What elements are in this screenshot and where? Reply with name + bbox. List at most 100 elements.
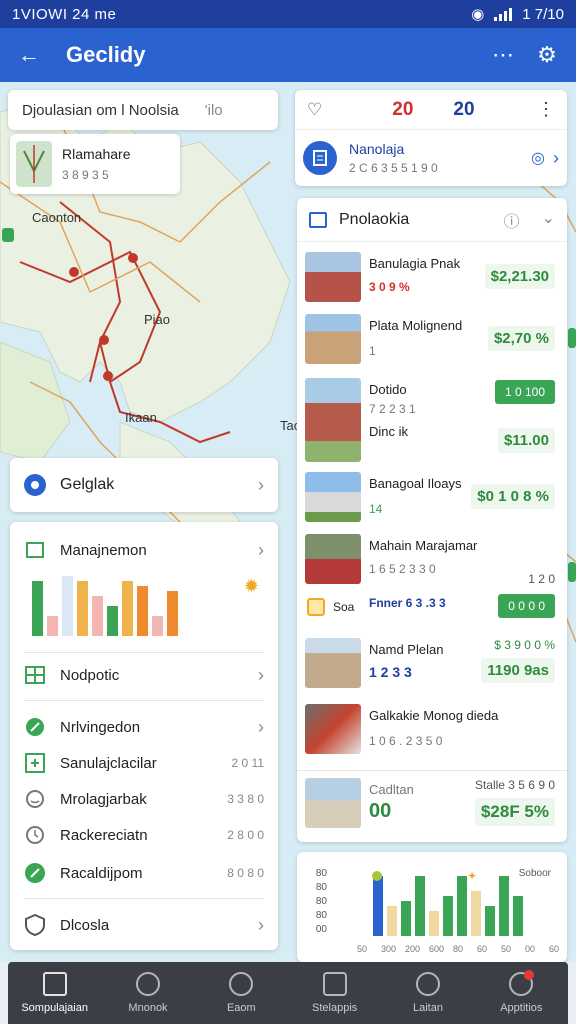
mini-bar bbox=[77, 581, 88, 636]
property-image bbox=[305, 704, 361, 754]
nav-label: Sompulajaian bbox=[21, 1002, 88, 1014]
list-item[interactable]: Dotido 7 2 2 3 1 Dinc ik 1 0 100 $11.00 bbox=[305, 378, 559, 462]
list-icon bbox=[309, 211, 327, 228]
x-tick-label: 60 bbox=[477, 944, 487, 954]
location-picker[interactable]: Gelglak › bbox=[10, 458, 278, 512]
item-count: 20 bbox=[453, 98, 475, 120]
menu-item[interactable]: Nrlvingedon › bbox=[10, 712, 278, 742]
menu-item-value: 2 0 11 bbox=[231, 756, 264, 770]
list-item-sub: 1 bbox=[369, 344, 376, 358]
nav-profile[interactable]: Laitan bbox=[381, 962, 474, 1024]
bar bbox=[415, 876, 425, 936]
list-header[interactable]: Pnolaokia ⓘ ⌄ bbox=[297, 198, 567, 242]
summary-card: ♡ 20 20 ⋮ Nanolaja 2 C 6 3 5 5 1 9 0 ◎ › bbox=[295, 90, 567, 186]
property-image bbox=[305, 472, 361, 522]
more-horiz-icon[interactable]: ⋯ bbox=[488, 40, 518, 70]
more-icon[interactable]: ⋮ bbox=[537, 99, 555, 120]
list-item[interactable]: Mahain Marajamar 1 6 5 2 3 3 0 1 2 0 Soa… bbox=[305, 534, 559, 624]
list-item-price-alt: $ 3 9 0 0 % bbox=[494, 638, 555, 652]
mini-bar bbox=[137, 586, 148, 636]
settings-icon[interactable]: ⚙ bbox=[532, 40, 562, 70]
location-picker-label: Gelglak bbox=[60, 476, 115, 493]
summary-row[interactable]: Nanolaja 2 C 6 3 5 5 1 9 0 ◎ › bbox=[295, 130, 567, 186]
list-item-price: $28F 5% bbox=[474, 798, 555, 826]
list-item-label: Soa bbox=[333, 600, 355, 614]
mini-bar bbox=[47, 616, 58, 636]
arrow-left-icon[interactable]: ← bbox=[14, 40, 44, 70]
menu-item-value: 2 8 0 0 bbox=[227, 828, 264, 842]
management-title: Manajnemon bbox=[60, 541, 147, 559]
target-icon[interactable]: ◎ bbox=[531, 148, 545, 168]
x-tick-label: 50 bbox=[501, 944, 511, 954]
menu-item-value: 8 0 8 0 bbox=[227, 866, 264, 880]
list-item[interactable]: Plata Molignend 1 $2,70 % bbox=[305, 314, 559, 368]
bar bbox=[373, 876, 383, 936]
property-image bbox=[305, 252, 361, 302]
property-image bbox=[305, 314, 361, 364]
search-input[interactable]: Djoulasian om l Noolsia bbox=[22, 102, 179, 119]
list-item-sub: 7 2 2 3 1 bbox=[369, 402, 416, 416]
expand-icon bbox=[24, 752, 46, 774]
list-item[interactable]: Galkakie Monog dieda 1 0 6 . 2 3 5 0 bbox=[305, 704, 559, 758]
wrench-icon bbox=[24, 716, 46, 738]
menu-item[interactable]: Nodpotic › bbox=[10, 660, 278, 690]
clock-icon bbox=[229, 972, 254, 996]
nav-explore[interactable]: Mnonok bbox=[101, 962, 194, 1024]
nav-label: Eaom bbox=[226, 1002, 256, 1014]
list-item[interactable]: Namd Plelan 1 2 3 3 $ 3 9 0 0 % 1190 9as bbox=[305, 638, 559, 692]
mini-bar bbox=[122, 581, 133, 636]
app-bar: ← Geclidy ⋯ ⚙ bbox=[0, 28, 576, 82]
marker-star: ✦ bbox=[467, 869, 477, 883]
bar-chart-card: 80 80 80 80 00 ✦ Soboor 50 300 200 600 80 60 50 00 60 bbox=[297, 852, 567, 962]
nav-label: Stelappis bbox=[312, 1002, 358, 1014]
menu-item[interactable]: Rackereciatn 2 8 0 0 bbox=[10, 822, 278, 848]
status-left: 1VIOWI 24 me bbox=[12, 5, 117, 23]
list-item-badge[interactable]: 1 0 100 bbox=[494, 380, 555, 404]
property-image bbox=[305, 638, 361, 688]
map-label-3: Ikaan bbox=[125, 410, 157, 425]
list-item-name: Banulagia Pnak bbox=[369, 256, 461, 271]
list-item-small: 1 2 0 bbox=[528, 572, 555, 586]
nav-tools[interactable]: Stelappis bbox=[288, 962, 381, 1024]
list-item[interactable]: Banulagia Pnak 3 0 9 % $2,21.30 bbox=[305, 252, 559, 306]
place-card[interactable]: Rlamahare 3 8 9 3 5 bbox=[10, 134, 180, 194]
list-item[interactable]: Cadltan 00 Stalle 3 5 6 9 0 $28F 5% bbox=[305, 778, 559, 832]
list-item-name: Cadltan bbox=[369, 782, 414, 797]
list-item-price-alt: Stalle 3 5 6 9 0 bbox=[474, 778, 555, 792]
bar-chart: 80 80 80 80 00 ✦ Soboor 50 300 200 600 80 60 50 00 60 bbox=[316, 868, 559, 954]
chevron-down-icon[interactable]: ⌄ bbox=[542, 208, 555, 232]
heart-icon[interactable]: ♡ bbox=[307, 100, 322, 120]
signal-icon bbox=[494, 7, 513, 21]
menu-item[interactable]: Racaldijpom 8 0 8 0 bbox=[10, 858, 278, 888]
list-item-name: Namd Plelan bbox=[369, 642, 444, 657]
tools-icon bbox=[322, 972, 347, 996]
y-tick-label: 80 bbox=[316, 868, 328, 879]
list-item-name: Dotido bbox=[369, 382, 407, 397]
menu-item-label: Racaldijpom bbox=[60, 864, 143, 882]
menu-item-label: Dlcosla bbox=[60, 916, 110, 934]
y-tick-label: 80 bbox=[316, 882, 328, 893]
mini-bar bbox=[152, 616, 163, 636]
menu-item[interactable]: Mrolagjarbak 3 3 8 0 bbox=[10, 786, 278, 812]
menu-item[interactable]: Sanulajclacilar 2 0 11 bbox=[10, 750, 278, 776]
info-icon[interactable]: ⓘ bbox=[504, 208, 520, 232]
search-bar[interactable]: Djoulasian om l Noolsia 'ilo bbox=[8, 90, 278, 130]
sun-icon: ✹ bbox=[244, 576, 260, 596]
list-item-button[interactable]: 0 0 0 0 bbox=[498, 594, 555, 618]
nav-apps[interactable]: Apptitios bbox=[475, 962, 568, 1024]
nav-label: Mnonok bbox=[128, 1002, 168, 1014]
management-header[interactable]: Manajnemon › bbox=[10, 536, 278, 564]
nav-history[interactable]: Eaom bbox=[195, 962, 288, 1024]
list-item-name: Banagoal Iloays bbox=[369, 476, 462, 491]
nav-home[interactable]: Sompulajaian bbox=[8, 962, 101, 1024]
menu-item-label: Nodpotic bbox=[60, 666, 120, 684]
chevron-right-icon: › bbox=[258, 914, 264, 935]
menu-item[interactable]: Dlcosla › bbox=[10, 910, 278, 940]
place-name: Rlamahare bbox=[62, 146, 131, 162]
x-tick-label: 50 bbox=[357, 944, 367, 954]
notification-badge bbox=[523, 970, 534, 980]
list-item[interactable]: Banagoal Iloays 14 $0 1 0 8 % bbox=[305, 472, 559, 526]
nav-label: Laitan bbox=[412, 1002, 443, 1014]
map-label-1: Caonton bbox=[32, 210, 82, 225]
mini-bar bbox=[62, 576, 73, 636]
